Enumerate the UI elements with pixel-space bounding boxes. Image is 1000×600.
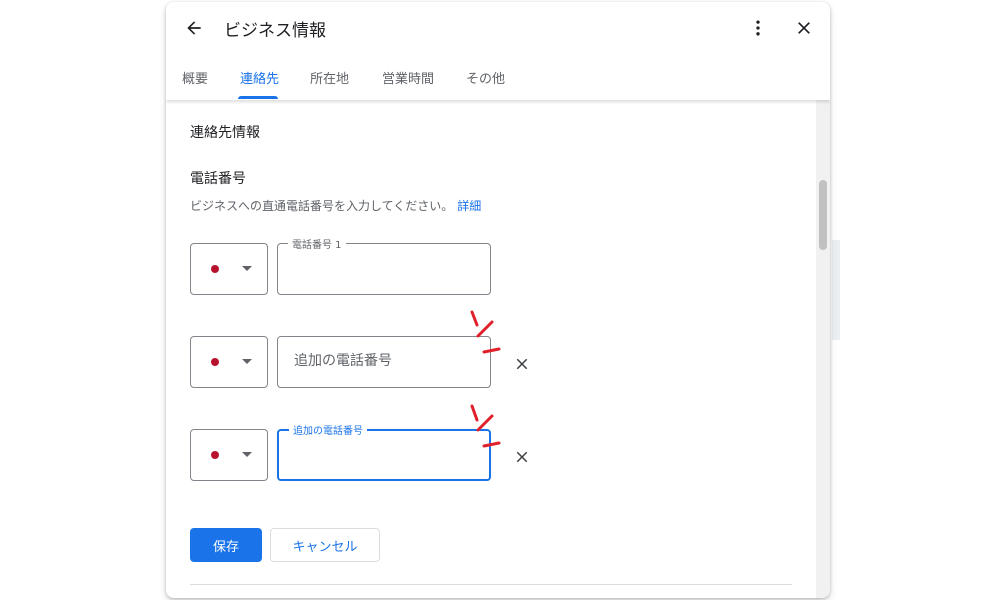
business-info-dialog: ビジネス情報 概要 連絡先 所在地 営業時間 その他 連絡先情報 電話番号 ビジ…	[166, 2, 830, 598]
dialog-header: ビジネス情報 概要 連絡先 所在地 営業時間 その他	[166, 2, 830, 100]
dropdown-caret-icon	[242, 452, 252, 457]
cancel-button[interactable]: キャンセル	[270, 528, 380, 562]
japan-flag-icon	[211, 451, 219, 459]
section-title: 連絡先情報	[190, 125, 260, 141]
phone-field-3[interactable]: 追加の電話番号	[277, 422, 491, 481]
close-icon	[798, 22, 810, 34]
remove-icon	[516, 358, 528, 370]
phone-field-1[interactable]: 電話番号 1	[277, 236, 491, 295]
tab-other[interactable]: その他	[466, 68, 505, 87]
contact-form: 連絡先情報 電話番号 ビジネスへの直通電話番号を入力してください。 詳細 電話番号…	[166, 100, 816, 598]
phone-input-2[interactable]	[292, 352, 476, 370]
phone-field-label: 追加の電話番号	[289, 422, 367, 437]
save-button[interactable]: 保存	[190, 528, 262, 562]
phone-input-3[interactable]	[293, 446, 477, 464]
tab-contact[interactable]: 連絡先	[240, 68, 279, 87]
dropdown-caret-icon	[242, 359, 252, 364]
more-vert-icon	[756, 20, 760, 36]
tab-overview[interactable]: 概要	[182, 68, 208, 87]
remove-phone-button-2[interactable]	[510, 352, 534, 376]
details-link[interactable]: 詳細	[457, 199, 481, 213]
tab-bar: 概要 連絡先 所在地 営業時間 その他	[166, 62, 830, 100]
back-button[interactable]	[178, 12, 210, 44]
close-button[interactable]	[788, 12, 820, 44]
japan-flag-icon	[211, 358, 219, 366]
tab-location[interactable]: 所在地	[310, 68, 349, 87]
remove-icon	[516, 451, 528, 463]
divider	[190, 584, 792, 585]
phone-field-2[interactable]	[277, 336, 491, 388]
phone-help-text: ビジネスへの直通電話番号を入力してください。 詳細	[190, 197, 481, 214]
back-arrow-icon	[187, 21, 201, 35]
phone-field-label: 電話番号 1	[288, 236, 346, 251]
active-tab-indicator	[238, 96, 278, 99]
country-code-select-1[interactable]	[190, 243, 268, 295]
japan-flag-icon	[211, 265, 219, 273]
dialog-title: ビジネス情報	[224, 21, 326, 41]
tab-hours[interactable]: 営業時間	[382, 68, 434, 87]
scrollbar-thumb[interactable]	[819, 180, 827, 250]
map-background-left	[0, 0, 170, 600]
country-code-select-2[interactable]	[190, 336, 268, 388]
map-background-right	[830, 0, 1000, 600]
country-code-select-3[interactable]	[190, 429, 268, 481]
scrollbar[interactable]	[816, 100, 830, 598]
help-text: ビジネスへの直通電話番号を入力してください。	[190, 199, 454, 213]
phone-input-1[interactable]	[292, 259, 476, 277]
map-fragment	[832, 240, 840, 340]
phone-field-title: 電話番号	[190, 171, 246, 187]
dropdown-caret-icon	[242, 266, 252, 271]
remove-phone-button-3[interactable]	[510, 445, 534, 469]
more-options-button[interactable]	[742, 12, 774, 44]
